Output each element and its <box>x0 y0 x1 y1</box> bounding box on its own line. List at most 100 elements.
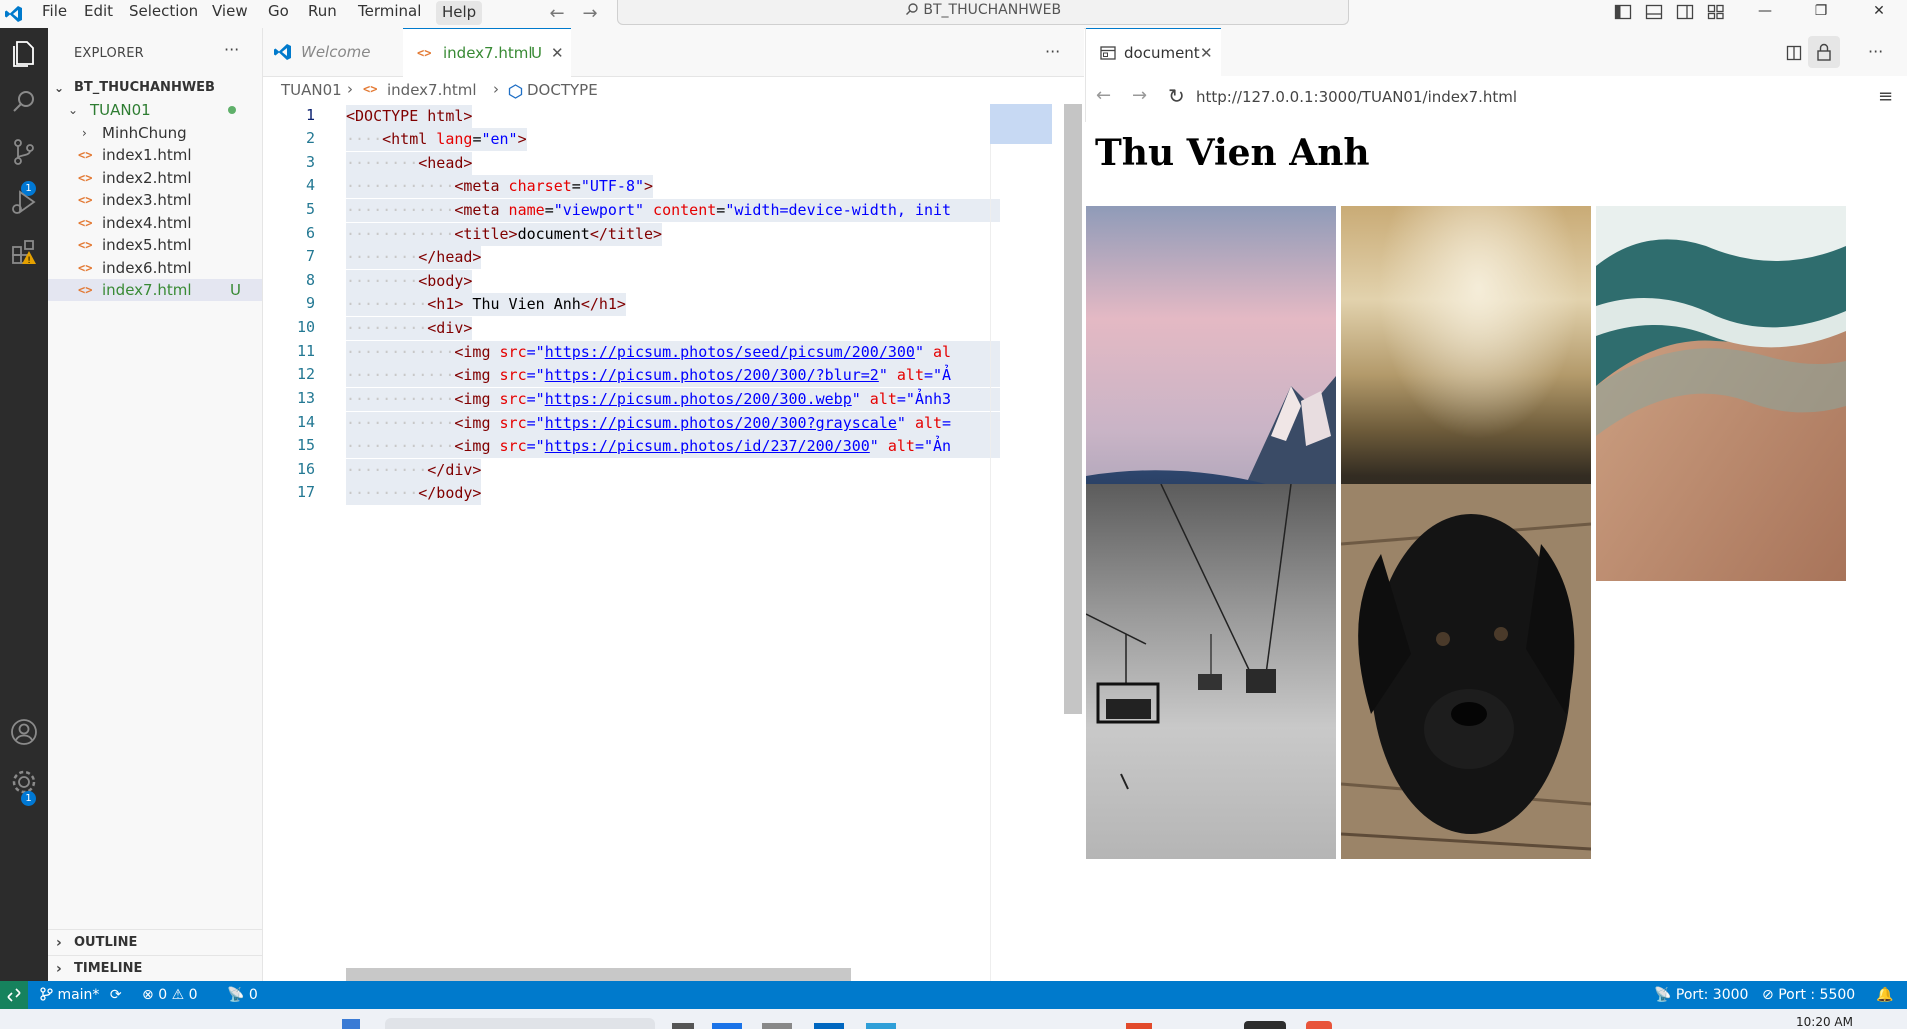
close-icon[interactable]: ✕ <box>551 29 564 77</box>
accounts-icon[interactable] <box>6 714 42 750</box>
windows-start-icon[interactable] <box>342 1019 360 1029</box>
editor-more-button[interactable]: ··· <box>1045 42 1060 61</box>
run-debug-icon[interactable] <box>6 184 42 220</box>
line-number: 15 <box>296 436 315 454</box>
live-server-port[interactable]: 📡 Port: 3000 <box>1654 981 1748 1009</box>
source-control-icon[interactable] <box>6 134 42 170</box>
forward-arrow-icon[interactable]: → <box>580 3 600 24</box>
workspace-label: BT_THUCHANHWEB <box>74 80 215 95</box>
menu-view[interactable]: View <box>206 0 254 28</box>
code-token: content <box>644 201 717 219</box>
breadcrumb-file[interactable]: index7.html <box>387 81 477 99</box>
menu-go[interactable]: Go <box>262 0 295 28</box>
tab-welcome[interactable]: Welcome <box>263 28 403 76</box>
taskbar-app-icon[interactable] <box>1306 1021 1332 1029</box>
split-editor-icon[interactable] <box>1786 45 1802 61</box>
tree-item-index5[interactable]: <> index5.html <box>48 234 262 256</box>
toggle-secondary-sidebar-icon[interactable] <box>1676 3 1694 21</box>
preview-more-button[interactable]: ··· <box>1868 42 1883 61</box>
tree-item-index7[interactable]: <> index7.html U <box>48 279 262 301</box>
restore-button[interactable]: ❐ <box>1793 0 1849 24</box>
menu-terminal[interactable]: Terminal <box>352 0 427 28</box>
folder-tuan01[interactable]: ⌄ TUAN01 <box>48 99 262 121</box>
tree-item-index1[interactable]: <> index1.html <box>48 144 262 166</box>
taskbar-app-icon[interactable] <box>762 1023 792 1029</box>
close-icon[interactable]: ✕ <box>1200 29 1213 77</box>
tab-document[interactable]: document ✕ <box>1086 28 1221 77</box>
forward-arrow-icon[interactable]: → <box>1132 85 1147 106</box>
taskbar-app-icon[interactable] <box>712 1023 742 1029</box>
broadcast-icon: 📡 <box>1654 987 1672 1003</box>
svg-text:!: ! <box>27 256 31 266</box>
code-token: <h1> <box>427 295 464 313</box>
breadcrumb-symbol[interactable]: DOCTYPE <box>527 81 598 99</box>
html-file-icon: <> <box>78 238 93 252</box>
explorer-icon[interactable] <box>6 34 42 70</box>
code-token: =" <box>526 343 545 361</box>
problems-status[interactable]: ⊗ 0 ⚠ 0 <box>142 981 198 1009</box>
menu-edit[interactable]: Edit <box>78 0 119 28</box>
minimize-button[interactable]: — <box>1737 0 1793 24</box>
tree-item-index3[interactable]: <> index3.html <box>48 189 262 211</box>
editor-horizontal-scrollbar[interactable] <box>346 968 851 981</box>
search-icon[interactable] <box>6 84 42 120</box>
menu-help[interactable]: Help <box>436 1 483 25</box>
remote-indicator-button[interactable] <box>0 981 28 1009</box>
black-puppy-photo <box>1341 484 1591 859</box>
tree-item-index4[interactable]: <> index4.html <box>48 212 262 234</box>
code-token[interactable]: https://picsum.photos/200/300/?blur=2 <box>545 366 879 384</box>
tree-item-label: index1.html <box>102 146 192 164</box>
folder-minhchung[interactable]: › MinhChung <box>48 122 262 144</box>
go-live-port[interactable]: ⊘ Port : 5500 <box>1762 981 1855 1009</box>
notifications-button[interactable]: 🔔 <box>1876 981 1893 1009</box>
minimap[interactable] <box>990 104 1052 144</box>
reload-icon[interactable]: ↻ <box>1168 84 1185 108</box>
taskbar-app-icon[interactable] <box>814 1023 844 1029</box>
code-editor[interactable]: 1 2 3 4 5 6 7 8 9 10 11 12 13 14 15 16 1… <box>263 104 1084 981</box>
code-token: alt <box>860 390 897 408</box>
timeline-section[interactable]: › TIMELINE <box>48 955 262 982</box>
code-token[interactable]: https://picsum.photos/seed/picsum/200/30… <box>545 343 915 361</box>
html-file-icon: <> <box>78 193 93 207</box>
code-token: > <box>644 177 654 195</box>
close-window-button[interactable]: ✕ <box>1851 0 1907 24</box>
code-token: <img <box>454 437 491 455</box>
back-arrow-icon[interactable]: ← <box>547 3 567 24</box>
outline-section[interactable]: › OUTLINE <box>48 929 262 956</box>
toggle-primary-sidebar-icon[interactable] <box>1614 3 1632 21</box>
menu-selection[interactable]: Selection <box>123 0 204 28</box>
tree-item-index6[interactable]: <> index6.html <box>48 257 262 279</box>
toggle-panel-icon[interactable] <box>1645 3 1663 21</box>
symbol-icon <box>508 84 523 99</box>
tree-item-index2[interactable]: <> index2.html <box>48 167 262 189</box>
taskbar-vscode-icon[interactable] <box>1244 1021 1286 1029</box>
breadcrumb-folder[interactable]: TUAN01 <box>281 81 342 99</box>
workspace-root[interactable]: ⌄ BT_THUCHANHWEB <box>48 77 262 99</box>
tab-index7[interactable]: <> index7.html U ✕ <box>403 28 571 77</box>
taskbar-app-icon[interactable] <box>1126 1023 1152 1029</box>
code-token[interactable]: https://picsum.photos/200/300.webp <box>545 390 852 408</box>
command-center[interactable]: BT_THUCHANHWEB <box>617 0 1349 25</box>
black-puppy-image <box>1341 484 1591 859</box>
lock-group-button[interactable] <box>1808 36 1840 68</box>
branch-status[interactable]: main* ⟳ <box>40 981 122 1009</box>
tree-item-label: index5.html <box>102 236 192 254</box>
menu-file[interactable]: File <box>36 0 73 28</box>
code-token[interactable]: https://picsum.photos/200/300?grayscale <box>545 414 897 432</box>
menu-run[interactable]: Run <box>302 0 343 28</box>
taskbar-search-box[interactable] <box>385 1018 655 1029</box>
customize-layout-icon[interactable] <box>1707 3 1725 21</box>
editor-vertical-scrollbar[interactable] <box>1064 104 1082 714</box>
url-field[interactable]: http://127.0.0.1:3000/TUAN01/index7.html <box>1196 88 1517 106</box>
taskbar-app-icon[interactable] <box>866 1023 896 1029</box>
code-token: src <box>490 366 527 384</box>
tab-label: index7.html <box>443 44 533 62</box>
hamburger-menu-icon[interactable]: ≡ <box>1878 86 1893 107</box>
sidebar-more-button[interactable]: ··· <box>224 40 239 59</box>
ports-status[interactable]: 📡 0 <box>227 981 258 1009</box>
back-arrow-icon[interactable]: ← <box>1096 85 1111 106</box>
lock-icon <box>1817 43 1831 61</box>
tree-item-label: MinhChung <box>102 124 187 142</box>
task-view-icon[interactable] <box>672 1023 694 1029</box>
code-token[interactable]: https://picsum.photos/id/237/200/300 <box>545 437 870 455</box>
